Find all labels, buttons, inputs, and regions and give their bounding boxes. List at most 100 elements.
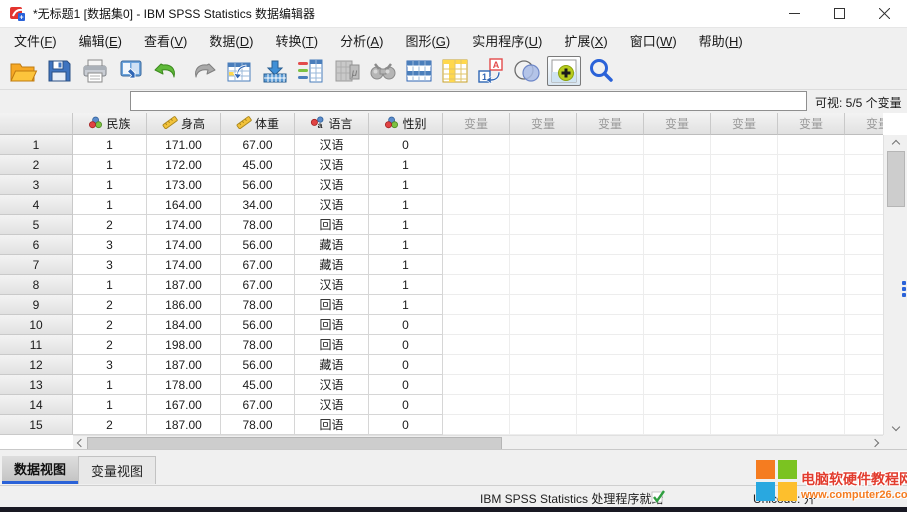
row-header-8[interactable]: 8: [0, 275, 73, 295]
scroll-up-icon[interactable]: [884, 135, 907, 149]
data-cell[interactable]: 184.00: [147, 315, 221, 335]
data-cell[interactable]: 45.00: [221, 155, 295, 175]
empty-cell[interactable]: [711, 315, 778, 335]
row-header-6[interactable]: 6: [0, 235, 73, 255]
data-cell[interactable]: 汉语: [295, 155, 369, 175]
data-cell[interactable]: 1: [73, 155, 147, 175]
empty-cell[interactable]: [577, 135, 644, 155]
row-header-15[interactable]: 15: [0, 415, 73, 435]
save-document-icon[interactable]: [41, 55, 77, 87]
menu-item-t[interactable]: 转换(T): [264, 28, 329, 53]
column-header-体重[interactable]: 体重: [221, 113, 295, 135]
empty-cell[interactable]: [845, 155, 883, 175]
empty-cell[interactable]: [778, 315, 845, 335]
menu-item-a[interactable]: 分析(A): [329, 28, 394, 53]
empty-cell[interactable]: [577, 335, 644, 355]
empty-cell[interactable]: [443, 335, 510, 355]
data-cell[interactable]: 0: [369, 315, 443, 335]
data-cell[interactable]: 1: [369, 235, 443, 255]
data-cell[interactable]: 78.00: [221, 295, 295, 315]
empty-cell[interactable]: [644, 255, 711, 275]
data-cell[interactable]: 2: [73, 215, 147, 235]
empty-cell[interactable]: [845, 275, 883, 295]
empty-cell[interactable]: [443, 155, 510, 175]
empty-cell[interactable]: [711, 255, 778, 275]
empty-cell[interactable]: [443, 395, 510, 415]
empty-cell[interactable]: [845, 355, 883, 375]
empty-cell[interactable]: [711, 335, 778, 355]
data-cell[interactable]: 174.00: [147, 235, 221, 255]
empty-cell[interactable]: [644, 275, 711, 295]
data-cell[interactable]: 45.00: [221, 375, 295, 395]
value-labels-icon[interactable]: A1: [473, 55, 509, 87]
data-cell[interactable]: 1: [73, 375, 147, 395]
insert-cases-icon[interactable]: [401, 55, 437, 87]
data-cell[interactable]: 藏语: [295, 235, 369, 255]
empty-cell[interactable]: [443, 355, 510, 375]
column-header-身高[interactable]: 身高: [147, 113, 221, 135]
empty-cell[interactable]: [711, 215, 778, 235]
data-cell[interactable]: 0: [369, 335, 443, 355]
descriptive-statistics-icon[interactable]: μ: [329, 55, 365, 87]
recall-dialogs-icon[interactable]: [113, 55, 149, 87]
data-cell[interactable]: 167.00: [147, 395, 221, 415]
data-cell[interactable]: 1: [369, 175, 443, 195]
cell-editor-input[interactable]: [130, 91, 807, 111]
empty-cell[interactable]: [443, 415, 510, 435]
empty-cell[interactable]: [644, 235, 711, 255]
empty-cell[interactable]: [644, 155, 711, 175]
empty-cell[interactable]: [778, 395, 845, 415]
spell-check-icon[interactable]: [583, 55, 619, 87]
empty-cell[interactable]: [778, 255, 845, 275]
empty-cell[interactable]: [577, 215, 644, 235]
data-cell[interactable]: 171.00: [147, 135, 221, 155]
empty-cell[interactable]: [778, 195, 845, 215]
empty-cell[interactable]: [711, 295, 778, 315]
data-cell[interactable]: 187.00: [147, 415, 221, 435]
data-cell[interactable]: 67.00: [221, 275, 295, 295]
empty-cell[interactable]: [510, 295, 577, 315]
data-cell[interactable]: 2: [73, 415, 147, 435]
empty-cell[interactable]: [510, 275, 577, 295]
data-cell[interactable]: 3: [73, 355, 147, 375]
minimize-button[interactable]: [772, 0, 817, 28]
empty-cell[interactable]: [644, 375, 711, 395]
empty-cell[interactable]: [845, 195, 883, 215]
empty-cell[interactable]: [778, 335, 845, 355]
data-cell[interactable]: 2: [73, 315, 147, 335]
empty-cell[interactable]: [510, 415, 577, 435]
data-cell[interactable]: 1: [369, 255, 443, 275]
empty-cell[interactable]: [510, 175, 577, 195]
data-cell[interactable]: 1: [369, 275, 443, 295]
empty-cell[interactable]: [644, 135, 711, 155]
data-cell[interactable]: 56.00: [221, 175, 295, 195]
empty-cell[interactable]: [644, 295, 711, 315]
data-cell[interactable]: 1: [369, 295, 443, 315]
empty-cell[interactable]: [778, 295, 845, 315]
empty-cell[interactable]: [845, 335, 883, 355]
data-cell[interactable]: 67.00: [221, 135, 295, 155]
tab-数据视图[interactable]: 数据视图: [2, 456, 78, 484]
empty-cell[interactable]: [510, 135, 577, 155]
empty-cell[interactable]: [845, 395, 883, 415]
data-cell[interactable]: 回语: [295, 295, 369, 315]
menu-item-h[interactable]: 帮助(H): [688, 28, 754, 53]
empty-cell[interactable]: [711, 235, 778, 255]
data-cell[interactable]: 藏语: [295, 255, 369, 275]
empty-cell[interactable]: [577, 415, 644, 435]
empty-cell[interactable]: [577, 175, 644, 195]
data-cell[interactable]: 1: [369, 195, 443, 215]
data-cell[interactable]: 174.00: [147, 255, 221, 275]
empty-cell[interactable]: [644, 215, 711, 235]
empty-cell[interactable]: [845, 235, 883, 255]
data-cell[interactable]: 汉语: [295, 195, 369, 215]
data-cell[interactable]: 回语: [295, 415, 369, 435]
empty-cell[interactable]: [778, 215, 845, 235]
empty-cell[interactable]: [577, 395, 644, 415]
empty-cell[interactable]: [778, 155, 845, 175]
insert-variable-icon[interactable]: [437, 55, 473, 87]
menu-item-v[interactable]: 查看(V): [133, 28, 198, 53]
data-cell[interactable]: 172.00: [147, 155, 221, 175]
empty-cell[interactable]: [845, 375, 883, 395]
column-header-性别[interactable]: 性别: [369, 113, 443, 135]
